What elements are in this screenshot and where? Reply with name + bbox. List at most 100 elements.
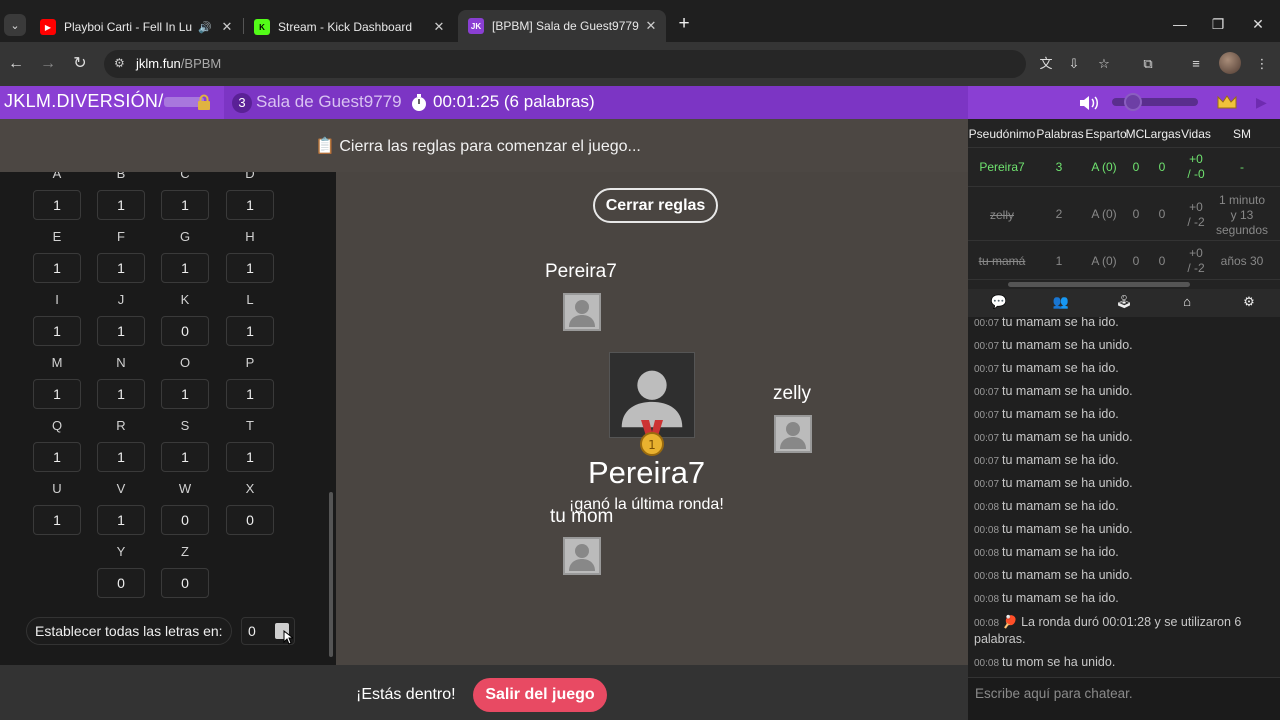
reload-icon[interactable]: ↻ — [70, 54, 90, 74]
player-avatar[interactable] — [774, 415, 812, 453]
letter-count-input[interactable]: 1 — [33, 505, 81, 535]
chat-message: 00:07 tu mamam se ha unido. — [974, 338, 1133, 352]
volume-icon[interactable] — [1078, 94, 1100, 112]
players-table: Pseudónimo Palabras Esparto MC Largas Vi… — [968, 119, 1280, 289]
column-header[interactable]: MC — [1125, 127, 1145, 141]
site-info-icon[interactable]: ⚙ — [114, 56, 125, 70]
letter-count-input[interactable]: 1 — [161, 379, 209, 409]
extensions-icon[interactable]: ⧉ — [1138, 54, 1158, 74]
letter-count-input[interactable]: 0 — [161, 316, 209, 346]
letter-label: B — [116, 172, 126, 181]
volume-slider[interactable] — [1112, 93, 1198, 111]
letter-label: V — [116, 481, 126, 496]
letter-count-input[interactable]: 1 — [226, 379, 274, 409]
play-icon[interactable]: ▶ — [1256, 94, 1270, 110]
close-tab-icon[interactable]: ✕ — [430, 19, 448, 35]
letter-label: J — [117, 292, 125, 307]
chat-message: 00:08 tu mamam se ha unido. — [974, 522, 1133, 536]
leave-game-button[interactable]: Salir del juego — [473, 678, 607, 712]
room-player-count: 3 — [232, 93, 252, 113]
letter-count-input[interactable]: 1 — [33, 442, 81, 472]
profile-avatar[interactable] — [1219, 52, 1241, 74]
letter-count-input[interactable]: 1 — [161, 442, 209, 472]
letter-count-input[interactable]: 0 — [226, 505, 274, 535]
letter-count-input[interactable]: 1 — [33, 253, 81, 283]
letter-count-input[interactable]: 0 — [161, 568, 209, 598]
chat-tab-icon[interactable]: 💬 — [988, 294, 1010, 312]
settings-tab-icon[interactable]: ⚙ — [1238, 294, 1260, 312]
letter-count-input[interactable]: 1 — [97, 379, 145, 409]
cell-sm: - — [1240, 160, 1244, 174]
letter-count-input[interactable]: 1 — [161, 190, 209, 220]
game-tab-icon[interactable]: 🕹 — [1113, 294, 1135, 312]
letter-label: G — [179, 229, 191, 244]
maximize-button[interactable]: ❐ — [1208, 14, 1228, 34]
players-tab-icon[interactable]: 👥 — [1050, 294, 1072, 312]
lock-icon[interactable] — [196, 94, 212, 111]
back-icon[interactable]: ← — [6, 54, 26, 74]
close-tab-icon[interactable]: ✕ — [218, 19, 236, 35]
column-header[interactable]: Vidas — [1178, 127, 1214, 141]
letter-count-input[interactable]: 1 — [97, 442, 145, 472]
letter-count-input[interactable]: 0 — [161, 505, 209, 535]
letter-count-input[interactable]: 1 — [97, 316, 145, 346]
translate-icon[interactable]: 文 — [1036, 54, 1056, 74]
close-rules-button[interactable]: Cerrar reglas — [593, 188, 718, 223]
letter-label: T — [246, 418, 254, 433]
crown-icon[interactable] — [1216, 93, 1238, 111]
tab-jklm[interactable]: JK [BPBM] Sala de Guest9779 ✕ — [458, 10, 666, 42]
media-control-icon[interactable]: ≡ — [1186, 54, 1206, 74]
scrollbar-thumb[interactable] — [329, 492, 333, 657]
user-silhouette-icon — [569, 300, 595, 327]
cell-vidas: / -0 — [1187, 167, 1205, 181]
letter-count-input[interactable]: 1 — [226, 442, 274, 472]
tab-kick[interactable]: K Stream - Kick Dashboard ✕ — [244, 12, 454, 42]
chat-message: 00:08 tu mamam se ha ido. — [974, 591, 1119, 605]
close-window-button[interactable]: ✕ — [1248, 14, 1268, 34]
address-bar[interactable]: ⚙ jklm.fun/BPBM — [104, 50, 1026, 78]
letter-count-input[interactable]: 1 — [33, 379, 81, 409]
tab-youtube[interactable]: ▶ Playboi Carti - Fell In Luv (U 🔊 ✕ — [30, 12, 242, 42]
volume-slider-knob[interactable] — [1124, 93, 1142, 111]
letter-count-input[interactable]: 1 — [226, 190, 274, 220]
new-tab-button[interactable]: + — [674, 14, 694, 36]
letter-count-input[interactable]: 1 — [33, 190, 81, 220]
letter-count-input[interactable]: 1 — [97, 190, 145, 220]
letter-count-input[interactable]: 1 — [33, 316, 81, 346]
url-text[interactable]: jklm.fun/BPBM — [136, 56, 221, 71]
column-header[interactable]: SM — [1218, 127, 1266, 141]
table-scrollbar[interactable] — [1008, 282, 1190, 287]
letter-label: M — [51, 355, 63, 370]
cell-vidas: / -2 — [1187, 215, 1205, 229]
letter-count-input[interactable]: 0 — [97, 568, 145, 598]
tab-search-button[interactable]: ⌄ — [4, 14, 26, 36]
home-tab-icon[interactable]: ⌂ — [1176, 294, 1198, 312]
letter-count-input[interactable]: 1 — [226, 253, 274, 283]
letter-count-input[interactable]: 1 — [161, 253, 209, 283]
chat-log: 00:07 tu mamam se ha ido. 00:07 tu mamam se… — [968, 317, 1280, 677]
bookmark-star-icon[interactable]: ☆ — [1094, 54, 1114, 74]
cell-mc: 0 — [1132, 160, 1140, 174]
minimize-button[interactable]: — — [1170, 14, 1190, 34]
column-header[interactable]: Largas — [1144, 127, 1181, 141]
menu-icon[interactable]: ⋮ — [1252, 54, 1272, 74]
cell-name: Pereira7 — [979, 160, 1025, 174]
letter-count-input[interactable]: 1 — [97, 505, 145, 535]
column-header[interactable]: Palabras — [1036, 127, 1084, 141]
speaker-icon[interactable]: 🔊 — [198, 21, 212, 34]
cell-mc: 0 — [1132, 207, 1140, 221]
install-app-icon[interactable]: ⇩ — [1064, 54, 1084, 74]
player-avatar[interactable] — [563, 293, 601, 331]
winner-name: Pereira7 — [588, 455, 706, 490]
column-header[interactable]: Esparto — [1084, 127, 1128, 141]
player-avatar[interactable] — [563, 537, 601, 575]
column-header[interactable]: Pseudónimo — [968, 127, 1036, 141]
forward-icon[interactable]: → — [38, 54, 58, 74]
stopwatch-icon — [412, 94, 426, 111]
letter-count-input[interactable]: 1 — [97, 253, 145, 283]
site-brand[interactable]: JKLM.DIVERSIÓN/ — [4, 91, 204, 112]
cell-sm: y 13 — [1230, 208, 1254, 222]
letter-count-input[interactable]: 1 — [226, 316, 274, 346]
chat-message: 00:08 🏓 La ronda duró 00:01:28 y se utili… — [974, 615, 1242, 629]
close-tab-icon[interactable]: ✕ — [642, 18, 660, 34]
